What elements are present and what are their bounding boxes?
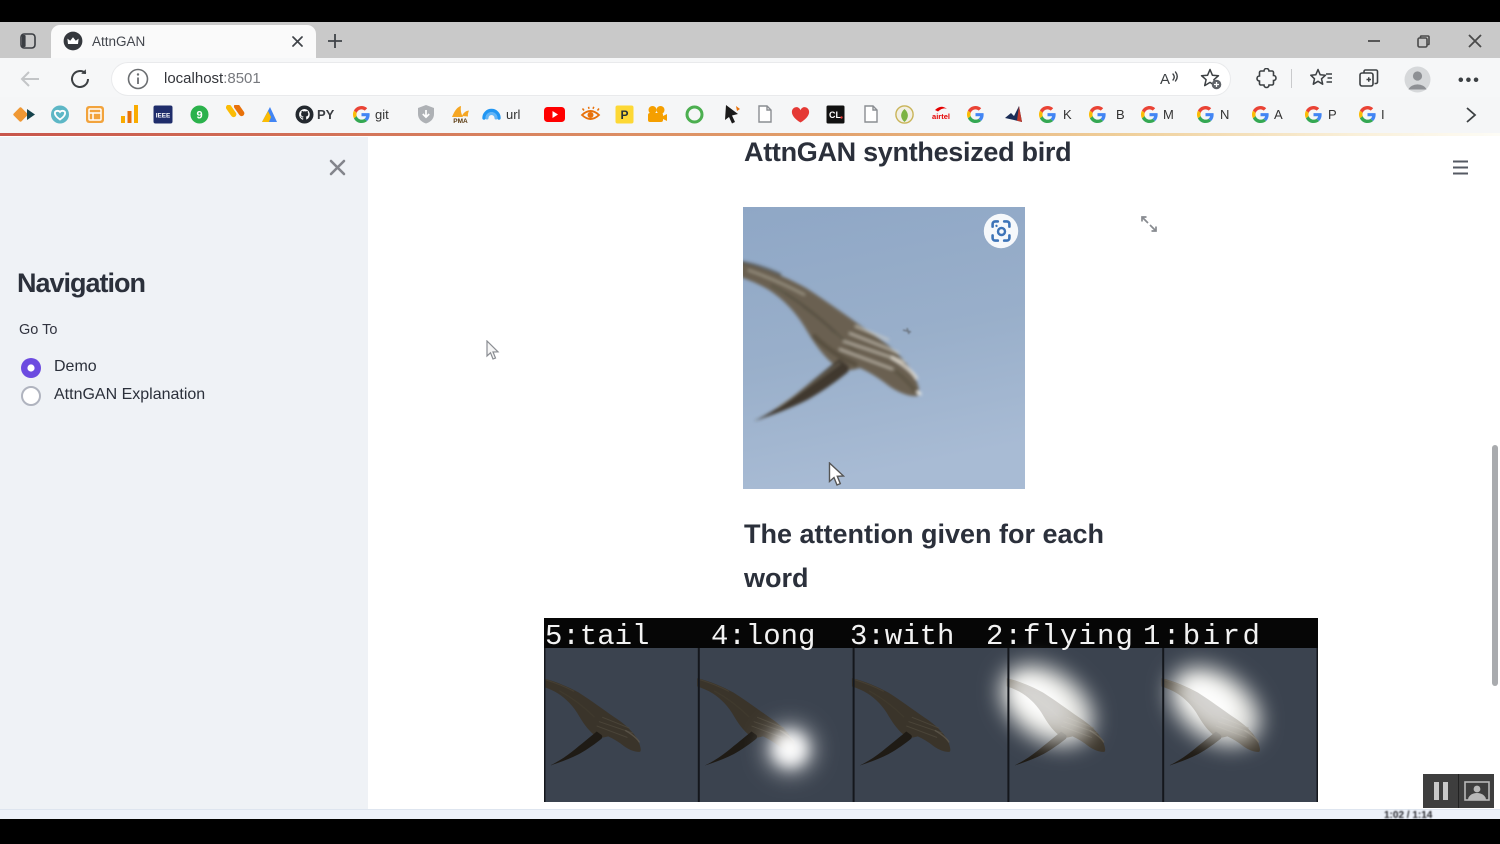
svg-text:CL: CL (829, 110, 841, 120)
svg-text:airtel: airtel (932, 112, 950, 121)
svg-text:P: P (620, 108, 628, 122)
svg-text:9: 9 (196, 110, 202, 122)
svg-text:IEEE: IEEE (156, 113, 171, 120)
svg-text:A: A (1160, 71, 1170, 88)
svg-text:PMA: PMA (453, 118, 468, 125)
